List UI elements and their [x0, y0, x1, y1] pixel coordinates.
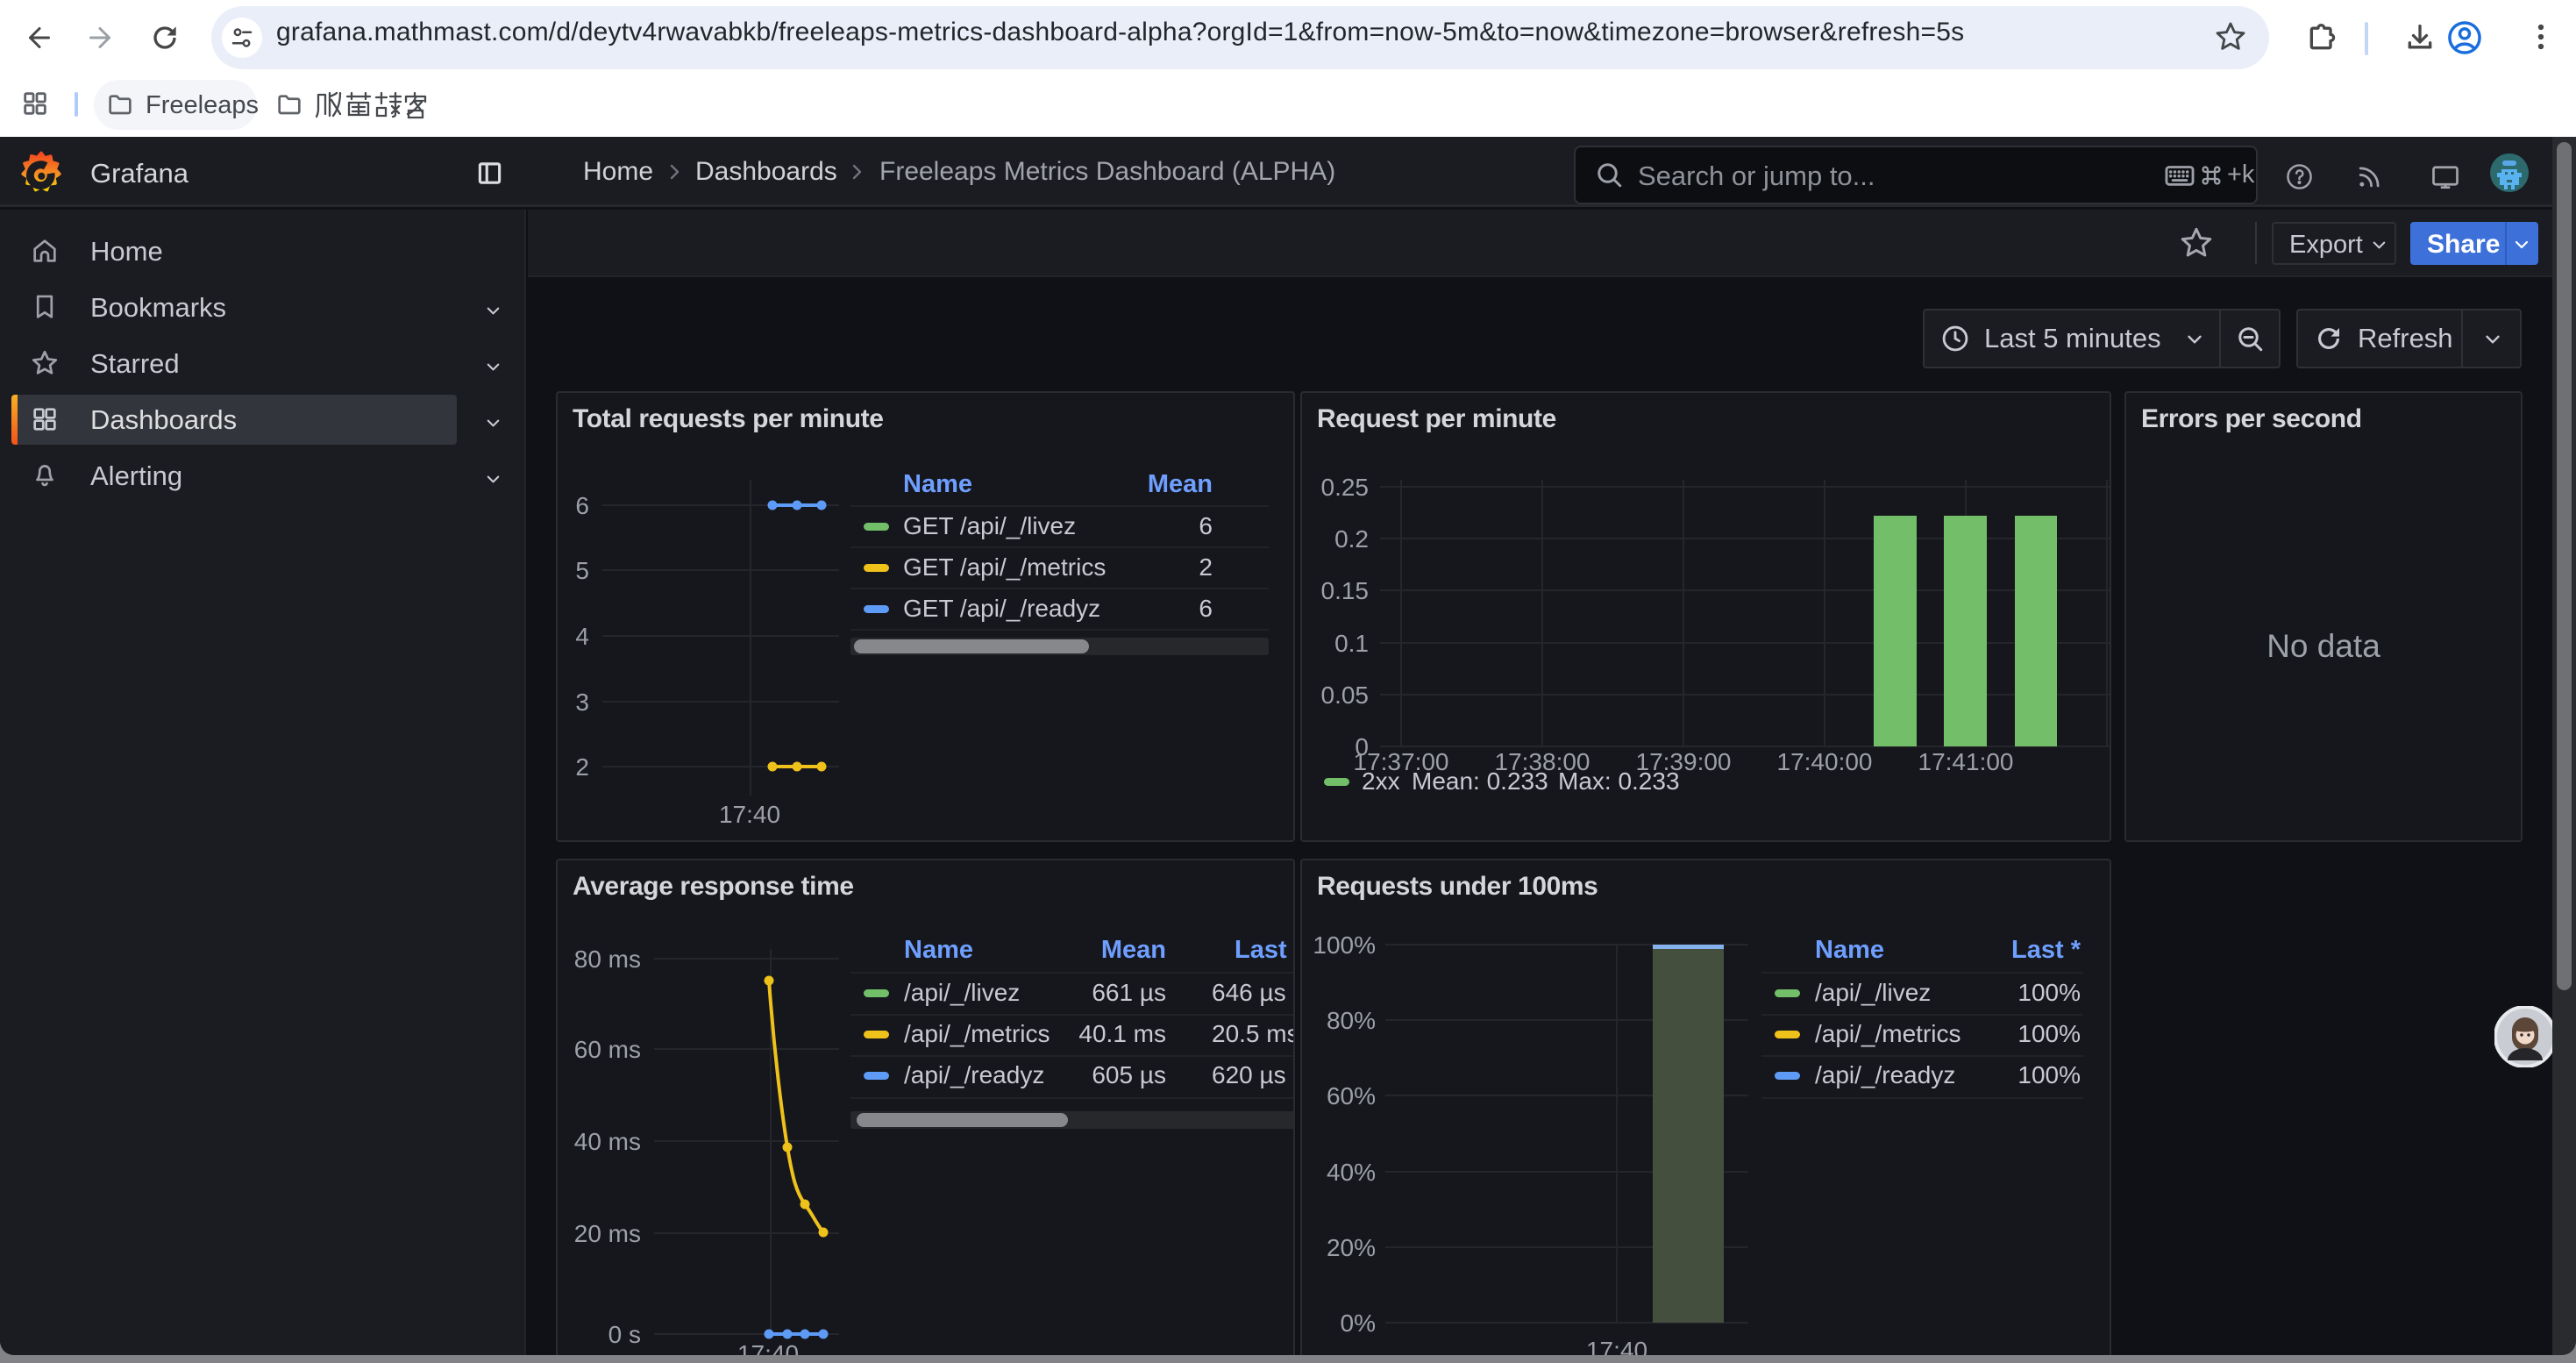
svg-text:0.15: 0.15: [1321, 577, 1370, 604]
svg-text:5: 5: [575, 557, 589, 584]
svg-text:0.2: 0.2: [1334, 525, 1369, 553]
svg-text:0.25: 0.25: [1321, 474, 1370, 501]
svg-text:80%: 80%: [1327, 1007, 1376, 1034]
svg-text:0.05: 0.05: [1321, 682, 1370, 709]
svg-text:40%: 40%: [1327, 1159, 1376, 1186]
svg-text:60%: 60%: [1327, 1082, 1376, 1110]
svg-text:4: 4: [575, 623, 589, 650]
svg-text:2: 2: [575, 753, 589, 781]
svg-text:20 ms: 20 ms: [574, 1220, 641, 1247]
svg-text:3: 3: [575, 689, 589, 716]
svg-text:6: 6: [575, 492, 589, 519]
svg-text:17:40:00: 17:40:00: [1777, 748, 1873, 775]
svg-text:40 ms: 40 ms: [574, 1128, 641, 1155]
svg-text:20%: 20%: [1327, 1234, 1376, 1261]
svg-text:0%: 0%: [1341, 1309, 1376, 1337]
svg-text:0.1: 0.1: [1334, 630, 1369, 657]
svg-text:17:40: 17:40: [737, 1340, 799, 1355]
svg-text:17:41:00: 17:41:00: [1918, 748, 2014, 775]
svg-text:0 s: 0 s: [608, 1321, 641, 1348]
svg-text:60 ms: 60 ms: [574, 1036, 641, 1063]
svg-text:17:40: 17:40: [1586, 1337, 1647, 1355]
svg-text:17:40: 17:40: [719, 801, 780, 828]
svg-text:100%: 100%: [1313, 931, 1376, 959]
svg-text:80 ms: 80 ms: [574, 946, 641, 973]
